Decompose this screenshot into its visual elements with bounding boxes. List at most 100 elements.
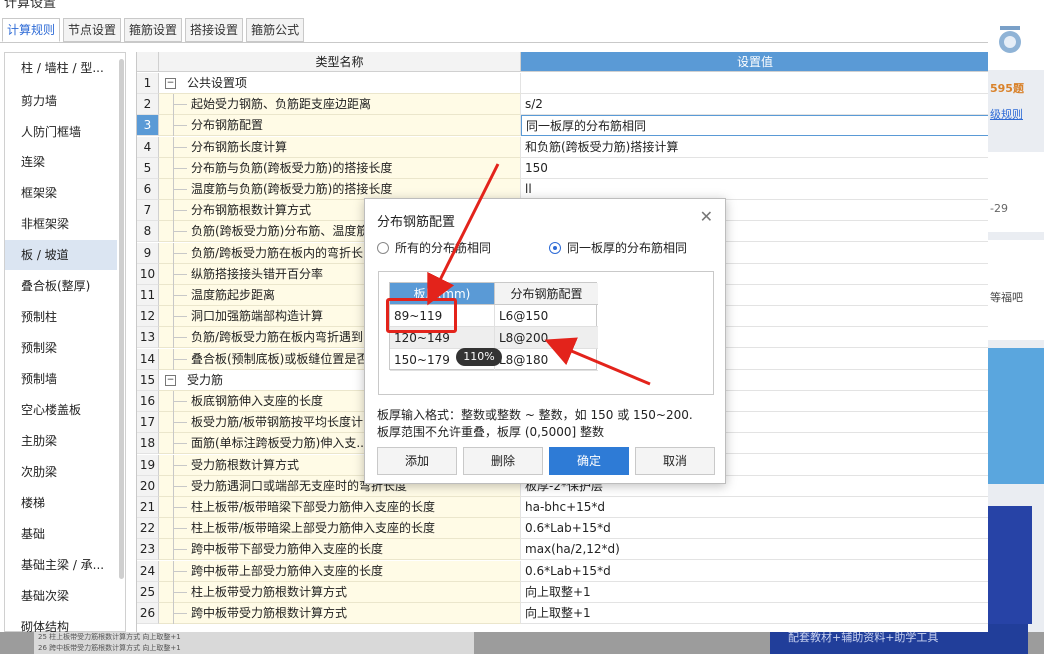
- row-number: 12: [137, 306, 159, 328]
- setting-value[interactable]: 同一板厚的分布筋相同: [521, 115, 988, 137]
- tree-connector: [173, 422, 187, 424]
- config-cell[interactable]: L6@150: [494, 305, 598, 327]
- sidebar-item[interactable]: 基础: [5, 519, 117, 549]
- row-number: 11: [137, 285, 159, 306]
- tab-node-settings[interactable]: 节点设置: [63, 18, 122, 42]
- promo-banner-2[interactable]: [988, 506, 1032, 624]
- setting-value[interactable]: 和负筋(跨板受力筋)搭接计算: [521, 136, 988, 158]
- sidebar-item[interactable]: 剪力墙: [5, 86, 117, 116]
- add-button[interactable]: 添加: [377, 447, 457, 475]
- tree-connector: [173, 146, 187, 148]
- row-number: 20: [137, 475, 159, 497]
- table-row[interactable]: 3 分布钢筋配置 同一板厚的分布筋相同: [137, 115, 988, 137]
- row-number: 10: [137, 263, 159, 285]
- sidebar-item[interactable]: 基础主梁 / 承...: [5, 550, 117, 580]
- collapse-icon[interactable]: −: [165, 78, 176, 89]
- sidebar-item[interactable]: 人防门框墙: [5, 117, 117, 147]
- setting-value[interactable]: max(ha/2,12*d): [521, 539, 988, 561]
- tree-connector: [173, 167, 187, 169]
- setting-name: 柱上板带受力筋根数计算方式: [159, 581, 521, 603]
- ok-button[interactable]: 确定: [549, 447, 629, 475]
- setting-name: 分布筋与负筋(跨板受力筋)的搭接长度: [159, 157, 521, 179]
- row-number: 4: [137, 136, 159, 158]
- setting-value[interactable]: 向上取整+1: [521, 603, 988, 624]
- rules-link[interactable]: 级规则: [990, 106, 1023, 122]
- setting-value[interactable]: ha-bhc+15*d: [521, 497, 988, 518]
- sidebar-item[interactable]: 砌体结构: [5, 612, 117, 632]
- config-cell[interactable]: L8@200: [494, 327, 598, 349]
- setting-value[interactable]: 0.6*Lab+15*d: [521, 518, 988, 540]
- help-line: 板厚输入格式：整数或整数 ~ 整数，如 150 或 150~200.: [377, 408, 693, 422]
- setting-value[interactable]: 150: [521, 157, 988, 179]
- row-number: 26: [137, 603, 159, 624]
- window-title: 计算设置: [4, 0, 57, 11]
- row-number: 25: [137, 581, 159, 603]
- setting-value[interactable]: s/2: [521, 94, 988, 116]
- row-number: 22: [137, 518, 159, 540]
- row-number: 5: [137, 157, 159, 179]
- tree-connector: [173, 252, 187, 254]
- sidebar-item[interactable]: 预制梁: [5, 333, 117, 363]
- radio-circle[interactable]: [377, 241, 389, 254]
- setting-value[interactable]: 0.6*Lab+15*d: [521, 560, 988, 582]
- table-header: 类型名称 设置值: [137, 52, 988, 72]
- radio-same-thickness[interactable]: 同一板厚的分布筋相同: [549, 239, 687, 256]
- table-row[interactable]: 23 跨中板带下部受力筋伸入支座的长度 max(ha/2,12*d): [137, 539, 988, 561]
- cancel-button[interactable]: 取消: [635, 447, 715, 475]
- config-cell[interactable]: L8@180: [494, 349, 598, 371]
- sidebar-item[interactable]: 叠合板(整厚): [5, 271, 117, 301]
- setting-name: 分布钢筋长度计算: [159, 136, 521, 158]
- sidebar-item[interactable]: 次肋梁: [5, 457, 117, 487]
- tree-connector: [173, 613, 187, 614]
- table-row[interactable]: 6 温度筋与负筋(跨板受力筋)的搭接长度 ll: [137, 179, 988, 200]
- tab-stirrup-formula[interactable]: 箍筋公式: [246, 18, 305, 42]
- sidebar-item[interactable]: 柱 / 墙柱 / 型...: [5, 53, 117, 83]
- tab-stirrup-settings[interactable]: 箍筋设置: [124, 18, 183, 42]
- row-number: 13: [137, 327, 159, 349]
- promo-banner[interactable]: [988, 348, 1044, 484]
- sidebar-item[interactable]: 连梁: [5, 147, 117, 177]
- row-number: 3: [137, 115, 159, 137]
- setting-value[interactable]: ll: [521, 179, 988, 200]
- tab-divider: [0, 42, 988, 43]
- setting-value[interactable]: 向上取整+1: [521, 581, 988, 603]
- delete-button[interactable]: 删除: [463, 447, 543, 475]
- sidebar-item[interactable]: 非框架梁: [5, 209, 117, 239]
- table-row[interactable]: 2 起始受力钢筋、负筋距支座边距离 s/2: [137, 94, 988, 116]
- sidebar-item[interactable]: 预制柱: [5, 302, 117, 332]
- row-number: 16: [137, 391, 159, 412]
- close-icon[interactable]: ✕: [700, 207, 713, 226]
- sidebar-item[interactable]: 框架梁: [5, 178, 117, 208]
- sidebar-item[interactable]: 主肋梁: [5, 426, 117, 456]
- row-number: 1: [137, 73, 159, 94]
- table-row[interactable]: 22 柱上板带/板带暗梁上部受力筋伸入支座的长度 0.6*Lab+15*d: [137, 518, 988, 540]
- tree-connector: [173, 295, 187, 296]
- radio-label: 同一板厚的分布筋相同: [567, 241, 688, 255]
- table-row[interactable]: 1 公共设置项 −: [137, 73, 988, 94]
- sidebar-item[interactable]: 基础次梁: [5, 581, 117, 611]
- sidebar-scrollbar[interactable]: [119, 59, 124, 579]
- table-row[interactable]: 21 柱上板带/板带暗梁下部受力筋伸入支座的长度 ha-bhc+15*d: [137, 497, 988, 518]
- preview-row: 25 柱上板带受力筋根数计算方式 向上取整+1: [38, 633, 181, 641]
- sidebar-item-slab[interactable]: 板 / 坡道: [5, 240, 117, 270]
- setting-value[interactable]: [521, 73, 988, 94]
- tab-calc-rules[interactable]: 计算规则: [2, 18, 61, 42]
- radio-circle-selected[interactable]: [549, 241, 561, 254]
- sidebar-item[interactable]: 预制墙: [5, 364, 117, 394]
- sidebar-item[interactable]: 空心楼盖板: [5, 395, 117, 425]
- tab-lap-settings[interactable]: 搭接设置: [185, 18, 244, 42]
- tree-connector: [173, 210, 187, 212]
- table-row[interactable]: 5 分布筋与负筋(跨板受力筋)的搭接长度 150: [137, 157, 988, 179]
- sidebar-item[interactable]: 楼梯: [5, 488, 117, 518]
- row-number: 14: [137, 348, 159, 370]
- collapse-icon[interactable]: −: [165, 374, 176, 386]
- table-row[interactable]: 25 柱上板带受力筋根数计算方式 向上取整+1: [137, 581, 988, 603]
- tree-connector: [173, 189, 187, 190]
- radio-all-same[interactable]: 所有的分布筋相同: [377, 239, 491, 256]
- table-row[interactable]: 26 跨中板带受力筋根数计算方式 向上取整+1: [137, 603, 988, 624]
- row-number: 23: [137, 539, 159, 561]
- table-row[interactable]: 24 跨中板带上部受力筋伸入支座的长度 0.6*Lab+15*d: [137, 560, 988, 582]
- preview-row: 26 跨中板带受力筋根数计算方式 向上取整+1: [38, 644, 181, 652]
- table-row[interactable]: 4 分布钢筋长度计算 和负筋(跨板受力筋)搭接计算: [137, 136, 988, 158]
- setting-name: 跨中板带受力筋根数计算方式: [159, 603, 521, 624]
